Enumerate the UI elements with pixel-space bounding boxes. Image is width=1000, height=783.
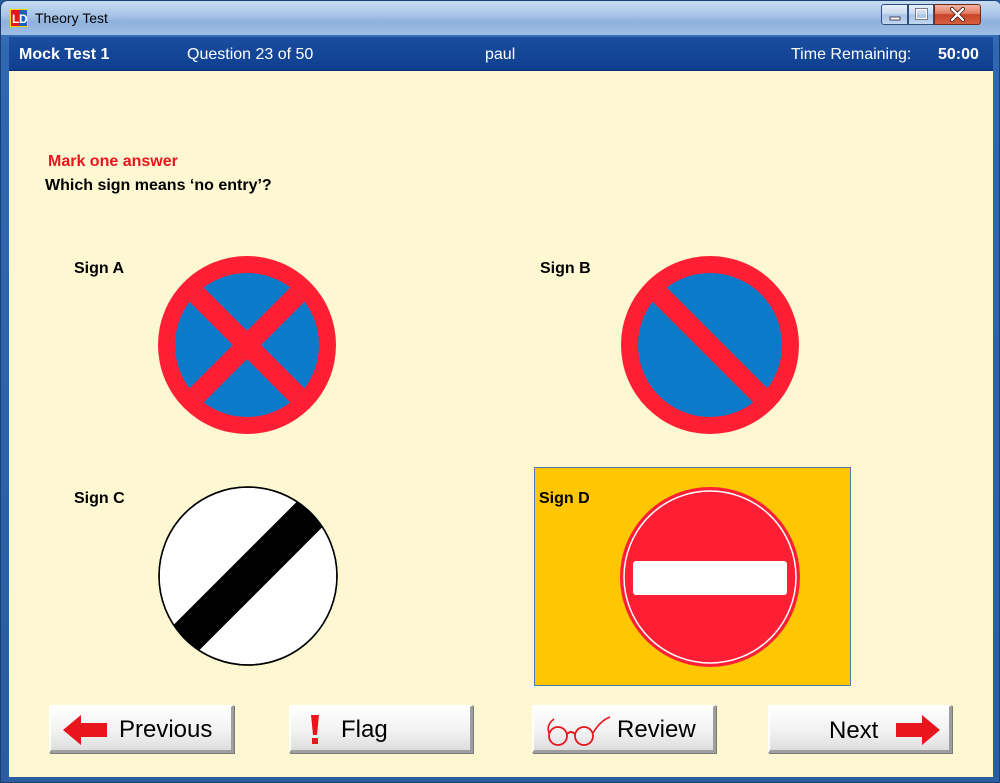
maximize-button[interactable] [908, 4, 934, 25]
maximize-icon [915, 8, 928, 20]
national-speed-limit-sign-icon [158, 486, 338, 666]
review-button[interactable]: Review [532, 705, 716, 753]
previous-button[interactable]: Previous [49, 705, 234, 753]
answer-option-c[interactable]: Sign C [67, 485, 407, 685]
answer-option-b[interactable]: Sign B [533, 255, 873, 455]
minimize-icon [889, 16, 901, 21]
minimize-button[interactable] [881, 4, 908, 25]
answer-instruction: Mark one answer [48, 153, 178, 170]
option-label: Sign B [540, 260, 591, 277]
time-remaining-value: 50:00 [938, 46, 979, 63]
test-header: Mock Test 1 Question 23 of 50 paul Time … [9, 37, 993, 71]
next-label: Next [829, 717, 879, 744]
title-bar[interactable]: L D Theory Test [1, 1, 1000, 35]
svg-text:D: D [19, 12, 28, 26]
option-label: Sign A [74, 260, 125, 277]
arrow-right-icon [896, 715, 940, 745]
previous-label: Previous [119, 716, 213, 743]
close-button[interactable] [934, 4, 981, 25]
arrow-left-icon [63, 715, 107, 745]
review-label: Review [617, 716, 696, 743]
no-entry-sign-icon [620, 487, 800, 667]
question-counter: Question 23 of 50 [187, 46, 314, 63]
next-button[interactable]: Next [768, 705, 952, 753]
window-title: Theory Test [35, 10, 108, 26]
flag-button[interactable]: Flag [289, 705, 473, 753]
no-stopping-sign-icon [158, 256, 336, 434]
option-label: Sign D [539, 490, 590, 507]
answer-option-d[interactable]: Sign D [534, 467, 851, 686]
exclamation-icon [311, 715, 319, 744]
time-remaining-label: Time Remaining: [791, 46, 912, 63]
flag-label: Flag [341, 716, 388, 743]
close-icon [950, 7, 965, 22]
option-label: Sign C [74, 490, 125, 507]
glasses-icon [547, 716, 611, 746]
question-panel: Mark one answer Which sign means ‘no ent… [9, 71, 993, 777]
user-name: paul [485, 46, 516, 63]
question-text: Which sign means ‘no entry’? [45, 177, 272, 194]
app-logo-icon: L D [10, 9, 28, 27]
app-window: L D Theory Test Mock Test 1 Question 23 … [0, 0, 1000, 783]
answer-option-a[interactable]: Sign A [67, 255, 407, 455]
test-name: Mock Test 1 [19, 46, 110, 63]
no-waiting-sign-icon [621, 256, 799, 434]
